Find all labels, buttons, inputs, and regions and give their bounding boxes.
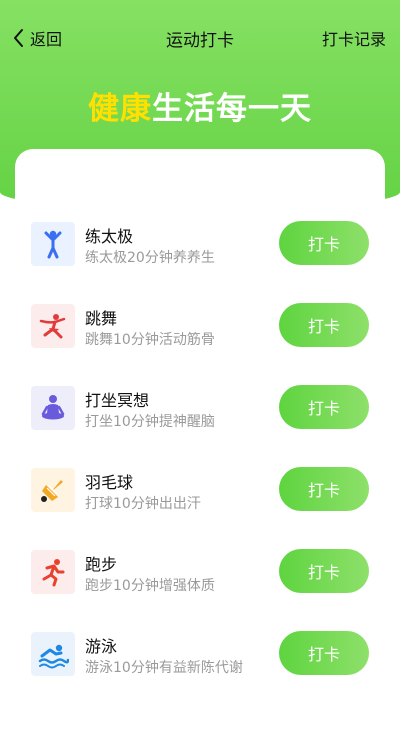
- checkin-button[interactable]: 打卡: [279, 631, 369, 675]
- activity-desc: 打球10分钟出出汗: [85, 496, 201, 512]
- swimming-icon: [31, 632, 75, 676]
- activity-card: 练太极 练太极20分钟养养生 打卡 跳舞 跳舞10分钟活动筋骨 打卡 打坐冥想 …: [15, 149, 385, 729]
- activity-item-swimming: 游泳 游泳10分钟有益新陈代谢 打卡: [15, 625, 385, 685]
- checkin-button[interactable]: 打卡: [279, 549, 369, 593]
- activity-item-meditation: 打坐冥想 打坐10分钟提神醒脑 打卡: [15, 379, 385, 439]
- activity-item-badminton: 羽毛球 打球10分钟出出汗 打卡: [15, 461, 385, 521]
- badminton-shuttlecock-icon: [31, 468, 75, 512]
- meditation-icon: [31, 386, 75, 430]
- checkin-record-link[interactable]: 打卡记录: [322, 26, 386, 50]
- checkin-button[interactable]: 打卡: [279, 385, 369, 429]
- activity-name: 羽毛球: [85, 473, 134, 492]
- checkin-button[interactable]: 打卡: [279, 221, 369, 265]
- activity-name: 跳舞: [85, 309, 118, 328]
- activity-desc: 练太极20分钟养养生: [85, 250, 215, 266]
- slogan-highlight: 健康: [88, 91, 152, 127]
- activity-item-running: 跑步 跑步10分钟增强体质 打卡: [15, 543, 385, 603]
- top-bar: 返回 运动打卡 打卡记录: [0, 0, 400, 76]
- activity-name: 练太极: [85, 227, 134, 246]
- taichi-figure-icon: [31, 222, 75, 266]
- activity-name: 跑步: [85, 555, 118, 574]
- slogan-rest: 生活每一天: [152, 91, 312, 127]
- activity-name: 打坐冥想: [85, 391, 150, 410]
- activity-item-dance: 跳舞 跳舞10分钟活动筋骨 打卡: [15, 297, 385, 357]
- checkin-button[interactable]: 打卡: [279, 467, 369, 511]
- activity-desc: 跑步10分钟增强体质: [85, 578, 215, 594]
- running-icon: [31, 550, 75, 594]
- dancer-icon: [31, 304, 75, 348]
- activity-desc: 跳舞10分钟活动筋骨: [85, 332, 215, 348]
- activity-desc: 打坐10分钟提神醒脑: [85, 414, 215, 430]
- checkin-button[interactable]: 打卡: [279, 303, 369, 347]
- slogan: 健康生活每一天: [0, 83, 400, 128]
- activity-desc: 游泳10分钟有益新陈代谢: [85, 660, 243, 676]
- activity-item-taichi: 练太极 练太极20分钟养养生 打卡: [15, 215, 385, 275]
- activity-name: 游泳: [85, 637, 118, 656]
